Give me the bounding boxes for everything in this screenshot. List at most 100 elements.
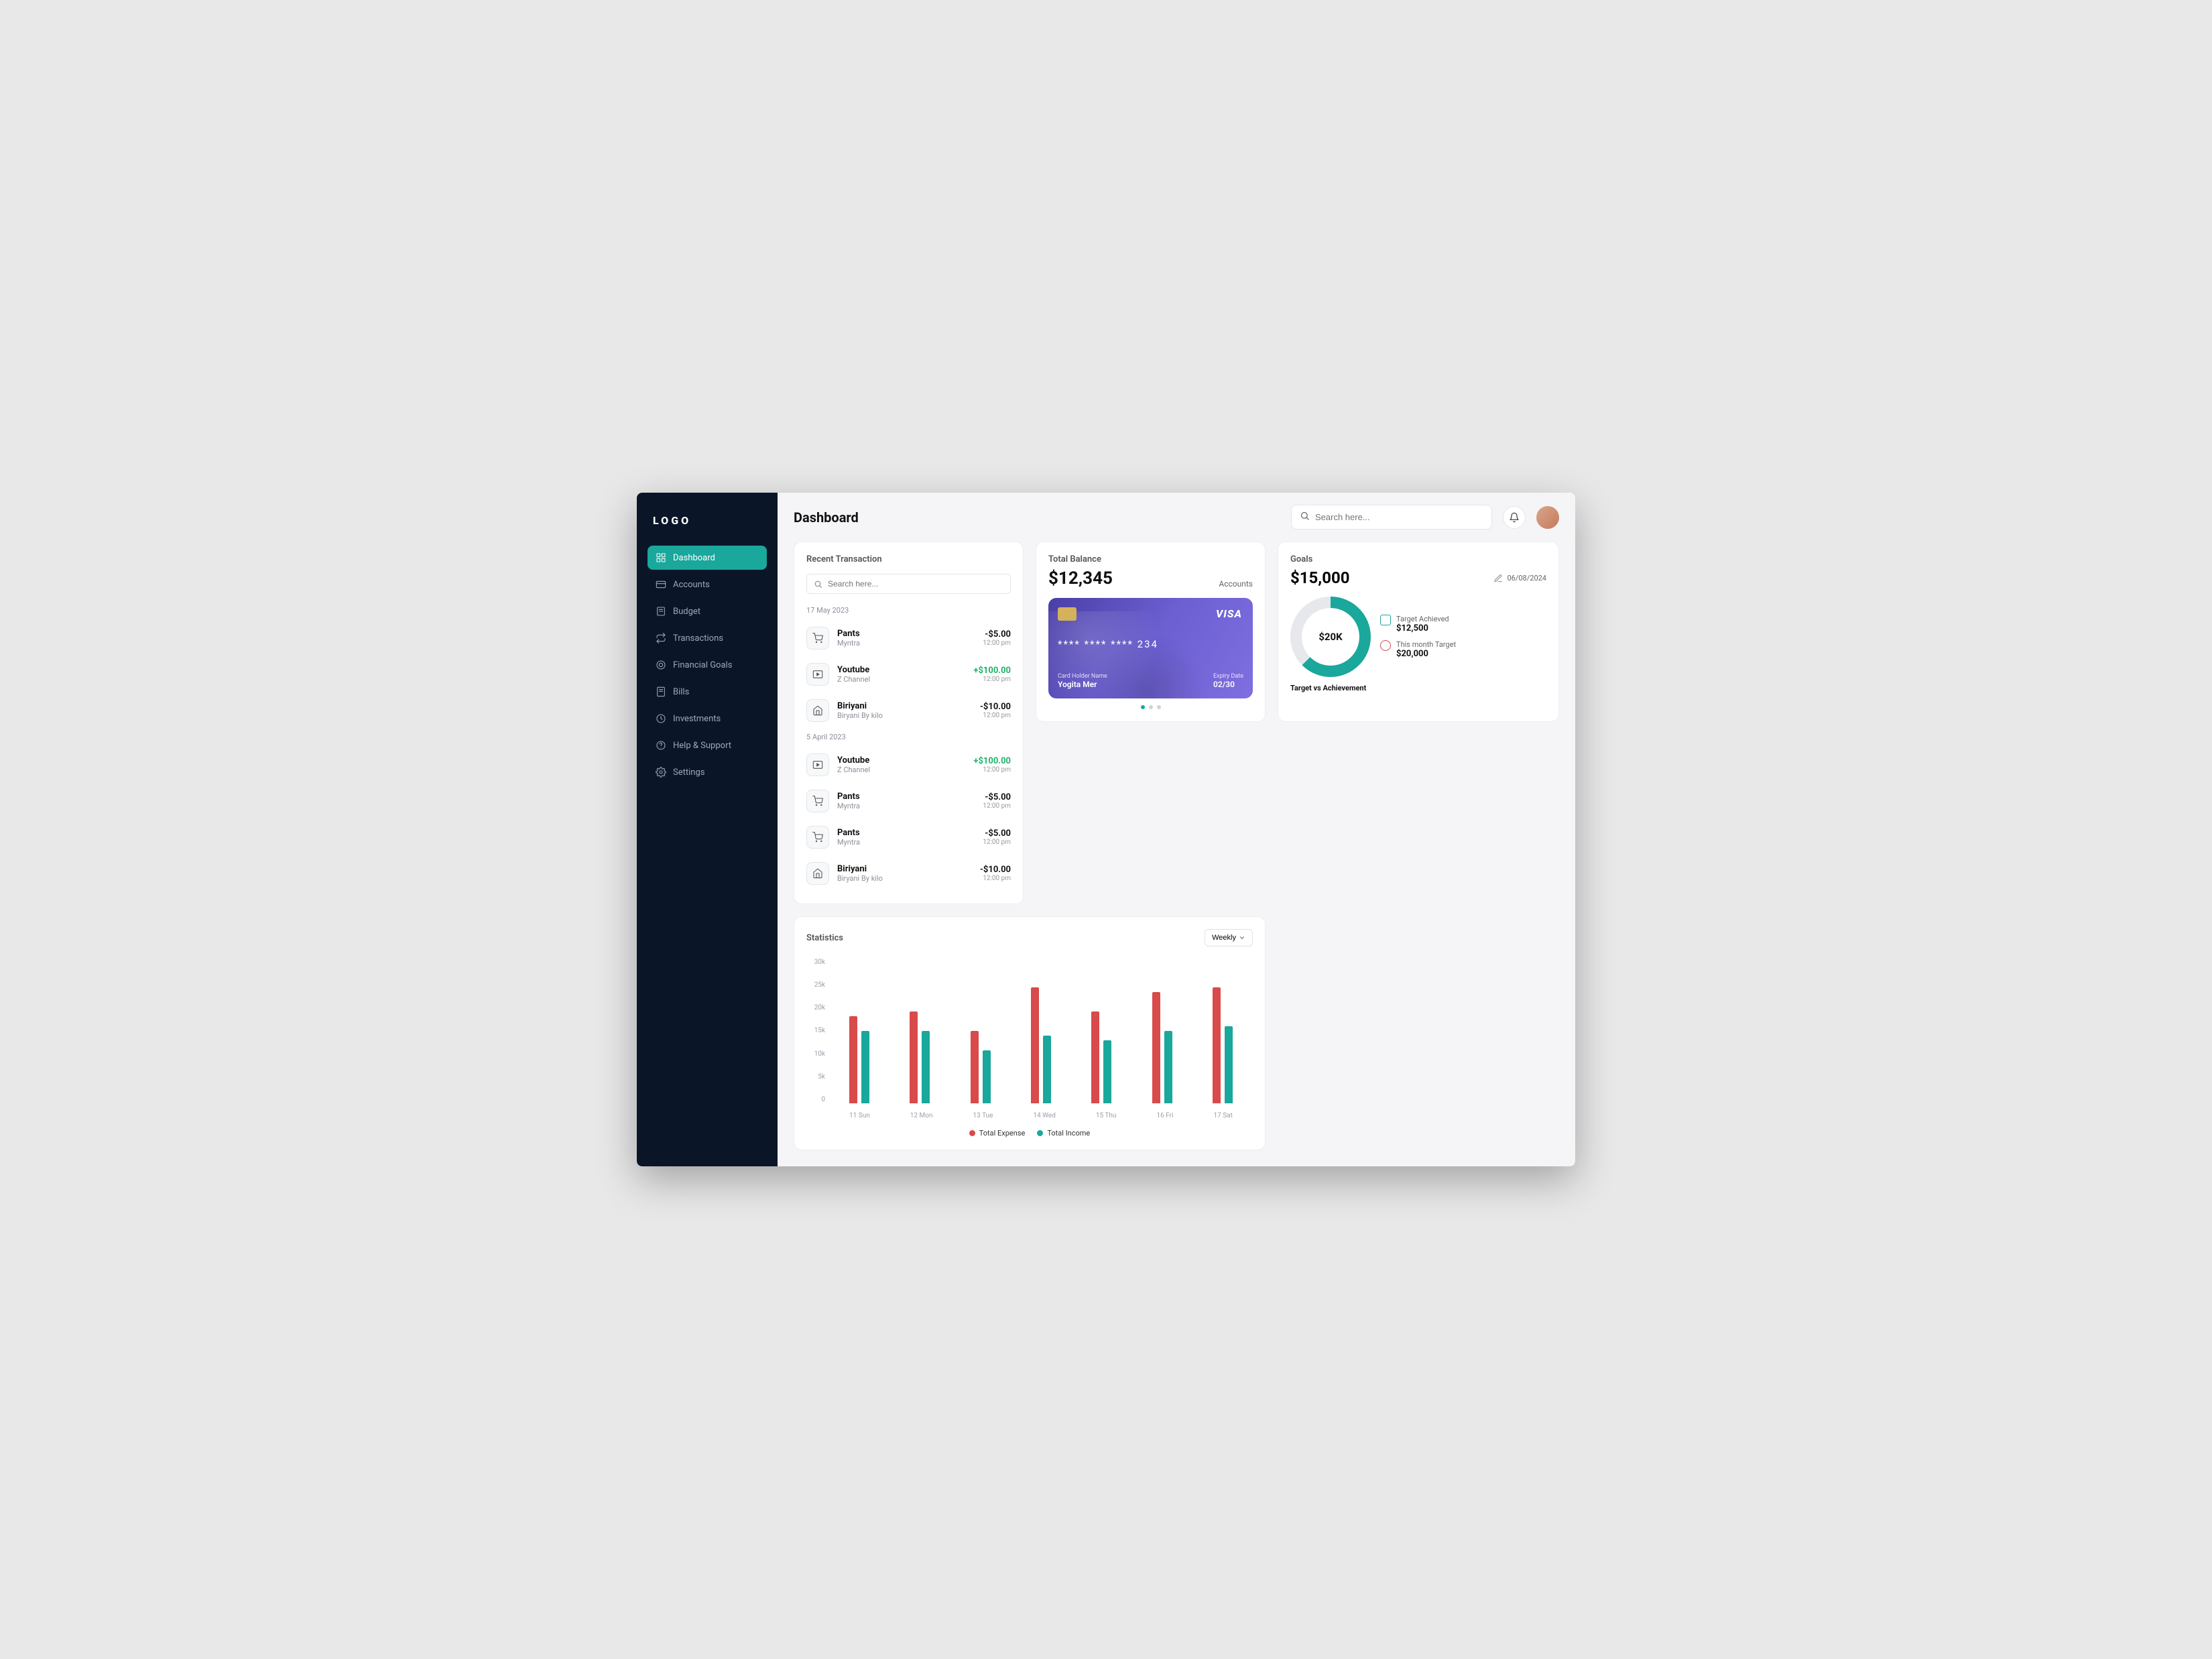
transaction-row[interactable]: Youtube Z Channel +$100.00 12:00 pm (806, 656, 1011, 692)
achieved-label: Target Achieved (1396, 615, 1449, 623)
transaction-date-header: 5 April 2023 (806, 733, 1011, 741)
period-dropdown[interactable]: Weekly (1205, 929, 1253, 946)
nav-list: DashboardAccounts Budget Transactions Finan… (648, 546, 767, 784)
transaction-name: Youtube (837, 755, 965, 765)
bar (1152, 992, 1160, 1103)
transaction-time: 12:00 pm (983, 839, 1011, 846)
video-icon (806, 663, 829, 686)
nav-label: Financial Goals (673, 660, 732, 670)
month-target-value: $20,000 (1396, 649, 1456, 659)
goals-title: Goals (1290, 554, 1546, 564)
bar-group (1031, 959, 1051, 1103)
transaction-merchant: Myntra (837, 838, 975, 847)
page-title: Dashboard (794, 509, 859, 526)
bar-chart: 30k25k20k15k10k5k0 11 Sun12 Mon13 Tue14 … (806, 952, 1253, 1126)
sidebar-item-financial-goals[interactable]: Financial Goals (648, 653, 767, 677)
grid-icon (656, 552, 666, 563)
bar-group (1213, 959, 1233, 1103)
card-chip-icon (1058, 607, 1077, 621)
cart-icon (806, 826, 829, 849)
transaction-amount: +$100.00 (973, 756, 1011, 766)
credit-card[interactable]: VISA **** **** **** 234 Card Holder Name… (1048, 598, 1253, 698)
transaction-name: Pants (837, 792, 975, 802)
top-search-input[interactable] (1315, 512, 1483, 522)
app-shell: LOGO DashboardAccountsBudgetTransactions… (637, 493, 1575, 1166)
goal-icon (656, 660, 666, 670)
transaction-row[interactable]: Youtube Z Channel +$100.00 12:00 pm (806, 747, 1011, 783)
transaction-time: 12:00 pm (983, 639, 1011, 647)
settings-icon (656, 767, 666, 778)
sidebar-item-settings[interactable]: Settings (648, 760, 767, 784)
transaction-row[interactable]: Pants Myntra -$5.00 12:00 pm (806, 783, 1011, 819)
transaction-row[interactable]: Biriyani Biryani By kilo -$10.00 12:00 p… (806, 855, 1011, 892)
pencil-icon[interactable] (1493, 573, 1503, 582)
goals-card: Goals $15,000 06/08/2024 $20K (1278, 542, 1559, 722)
bar (1213, 987, 1221, 1103)
transactions-list: 17 May 2023 Pants Myntra -$5.00 12:00 pm… (806, 602, 1011, 892)
transactions-title: Recent Transaction (806, 554, 1011, 564)
legend-income: Total Income (1047, 1129, 1090, 1138)
achieved-value: $12,500 (1396, 623, 1449, 633)
card-expiry-label: Expiry Date (1213, 673, 1243, 680)
transaction-time: 12:00 pm (973, 676, 1011, 683)
sidebar-item-dashboard[interactable]: Dashboard (648, 546, 767, 570)
home-icon (806, 699, 829, 722)
sidebar-item-bills[interactable]: Bills (648, 680, 767, 704)
bar (1164, 1031, 1172, 1103)
bar (922, 1031, 930, 1103)
transaction-name: Biriyani (837, 864, 972, 874)
bar (971, 1031, 979, 1103)
notifications-button[interactable] (1503, 506, 1526, 529)
transaction-row[interactable]: Pants Myntra -$5.00 12:00 pm (806, 819, 1011, 855)
nav-label: Investments (673, 714, 721, 724)
sidebar-item-help-support[interactable]: Help & Support (648, 733, 767, 757)
trophy-icon (1380, 615, 1391, 625)
goals-footer: Target vs Achievement (1290, 684, 1546, 692)
topbar: Dashboard (778, 493, 1575, 542)
transaction-merchant: Myntra (837, 639, 975, 648)
legend-expense: Total Expense (979, 1129, 1026, 1138)
transaction-row[interactable]: Pants Myntra -$5.00 12:00 pm (806, 620, 1011, 656)
sidebar-item-budget[interactable]: Budget (648, 599, 767, 623)
top-search[interactable] (1291, 505, 1492, 530)
target-icon (1380, 640, 1391, 651)
bar (910, 1011, 918, 1103)
content-grid: Total Balance $12,345 Accounts VISA ****… (778, 542, 1575, 1166)
transaction-amount: +$100.00 (973, 666, 1011, 676)
nav-label: Budget (673, 607, 700, 617)
bar (1091, 1011, 1099, 1103)
bar-group (1091, 959, 1111, 1103)
transaction-row[interactable]: Biriyani Biryani By kilo -$10.00 12:00 p… (806, 692, 1011, 729)
card-holder-label: Card Holder Name (1058, 673, 1107, 680)
sidebar-item-transactions[interactable]: Transactions (648, 626, 767, 650)
transaction-search-input[interactable] (828, 579, 1003, 589)
bar (1225, 1026, 1233, 1103)
month-target-label: This month Target (1396, 640, 1456, 649)
sidebar-item-investments[interactable]: Investments (648, 706, 767, 731)
transaction-time: 12:00 pm (973, 766, 1011, 774)
transaction-amount: -$5.00 (983, 792, 1011, 802)
transaction-time: 12:00 pm (980, 875, 1011, 882)
transaction-merchant: Biryani By kilo (837, 874, 972, 883)
nav-label: Help & Support (673, 741, 731, 751)
cart-icon (806, 627, 829, 650)
transaction-name: Biriyani (837, 701, 972, 711)
transaction-name: Pants (837, 828, 975, 838)
home-icon (806, 862, 829, 885)
transaction-search[interactable] (806, 574, 1011, 594)
transaction-amount: -$5.00 (983, 828, 1011, 839)
transaction-merchant: Myntra (837, 802, 975, 810)
avatar[interactable] (1536, 506, 1559, 529)
balance-card: Total Balance $12,345 Accounts VISA ****… (1036, 542, 1266, 722)
bar (861, 1031, 869, 1103)
sidebar-item-accounts[interactable]: Accounts (648, 572, 767, 597)
goals-amount: $15,000 (1290, 568, 1350, 587)
statistics-title: Statistics (806, 933, 843, 943)
carousel-dots[interactable] (1048, 705, 1253, 709)
period-label: Weekly (1212, 934, 1236, 942)
search-icon (1300, 511, 1310, 524)
transactions-card: Recent Transaction 17 May 2023 Pants Myn… (794, 542, 1024, 904)
ring-label: $20K (1318, 631, 1342, 643)
nav-label: Transactions (673, 633, 723, 643)
accounts-link[interactable]: Accounts (1219, 579, 1253, 589)
